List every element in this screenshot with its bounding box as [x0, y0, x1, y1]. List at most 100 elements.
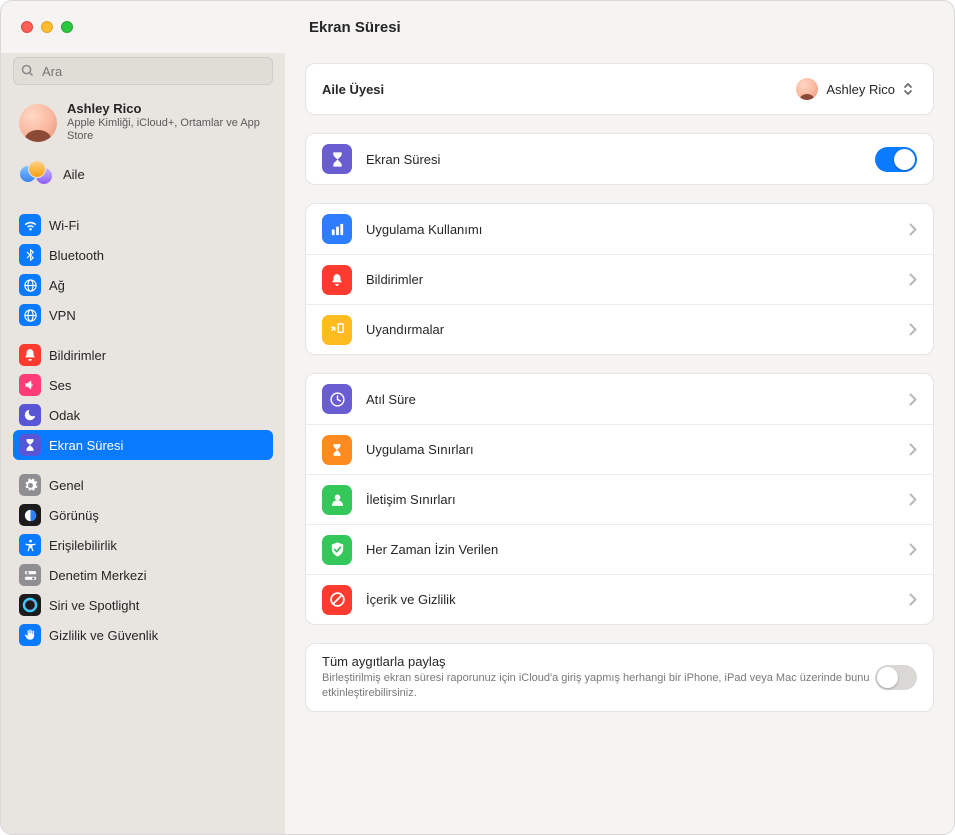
sidebar-item-siri[interactable]: Siri ve Spotlight [13, 590, 273, 620]
row-label: Ekran Süresi [366, 152, 875, 167]
globe-icon [19, 274, 41, 296]
sidebar-item-focus[interactable]: Odak [13, 400, 273, 430]
bell-icon [19, 344, 41, 366]
row-commlimits[interactable]: İletişim Sınırları [306, 474, 933, 524]
gear-icon [19, 474, 41, 496]
window-body: Ashley Rico Apple Kimliği, iCloud+, Orta… [1, 53, 954, 834]
sidebar-item-screentime[interactable]: Ekran Süresi [13, 430, 273, 460]
speaker-icon [19, 374, 41, 396]
sidebar-item-appearance[interactable]: Görünüş [13, 500, 273, 530]
sidebar-item-label: Ekran Süresi [49, 438, 123, 453]
row-content[interactable]: İçerik ve Gizlilik [306, 574, 933, 624]
family-icon [19, 160, 53, 188]
share-title: Tüm aygıtlarla paylaş [322, 654, 875, 669]
row-family-member[interactable]: Aile Üyesi Ashley Rico [306, 64, 933, 114]
sidebar-item-label: Genel [49, 478, 84, 493]
sidebar-item-label: Ses [49, 378, 71, 393]
search-icon [20, 63, 35, 78]
pickup-icon [322, 315, 352, 345]
main-content: Aile Üyesi Ashley Rico Ekran Süres [285, 53, 954, 834]
check-icon [322, 535, 352, 565]
row-label: Her Zaman İzin Verilen [366, 542, 909, 557]
search-input[interactable] [13, 57, 273, 85]
sidebar-item-label: Bildirimler [49, 348, 106, 363]
sidebar-item-label: Görünüş [49, 508, 99, 523]
bars-icon [322, 214, 352, 244]
sidebar-item-apple-id[interactable]: Ashley Rico Apple Kimliği, iCloud+, Orta… [13, 95, 273, 154]
member-avatar [796, 78, 818, 100]
chevron-right-icon [909, 443, 917, 456]
row-label: Bildirimler [366, 272, 909, 287]
row-share-devices: Tüm aygıtlarla paylaş Birleştirilmiş ekr… [306, 644, 933, 711]
sidebar-item-wifi[interactable]: Wi-Fi [13, 210, 273, 240]
member-name: Ashley Rico [826, 82, 895, 97]
switches-icon [19, 564, 41, 586]
titlebar: Ekran Süresi [1, 1, 954, 53]
nosign-icon [322, 585, 352, 615]
hourglass-icon [322, 144, 352, 174]
settings-window: Ekran Süresi Ashley Rico Apple Kimliği, … [0, 0, 955, 835]
chevron-right-icon [909, 223, 917, 236]
sidebar-item-label: Aile [63, 167, 85, 182]
chevron-right-icon [909, 593, 917, 606]
sidebar-item-controlcenter[interactable]: Denetim Merkezi [13, 560, 273, 590]
share-subtitle: Birleştirilmiş ekran süresi raporunuz iç… [322, 669, 875, 701]
row-label: İçerik ve Gizlilik [366, 592, 909, 607]
screentime-toggle[interactable] [875, 147, 917, 172]
sidebar-item-label: Odak [49, 408, 80, 423]
appearance-icon [19, 504, 41, 526]
zoom-window-button[interactable] [61, 21, 73, 33]
sidebar-item-vpn[interactable]: VPN [13, 300, 273, 330]
row-label: Uygulama Kullanımı [366, 222, 909, 237]
family-member-select[interactable]: Ashley Rico [796, 78, 917, 100]
sidebar-item-label: Siri ve Spotlight [49, 598, 139, 613]
up-down-icon [903, 81, 917, 97]
wifi-icon [19, 214, 41, 236]
minimize-window-button[interactable] [41, 21, 53, 33]
search-field-wrap [13, 57, 273, 85]
chevron-right-icon [909, 273, 917, 286]
chevron-right-icon [909, 393, 917, 406]
row-notif[interactable]: Bildirimler [306, 254, 933, 304]
close-window-button[interactable] [21, 21, 33, 33]
sidebar-item-label: Wi-Fi [49, 218, 79, 233]
hourglass-icon [322, 435, 352, 465]
sidebar-item-family[interactable]: Aile [13, 154, 273, 200]
group-screentime-toggle: Ekran Süresi [305, 133, 934, 185]
window-controls [1, 21, 285, 33]
group-limits: Atıl Süre Uygulama Sınırları İletişim Sı… [305, 373, 934, 625]
moon-icon [19, 404, 41, 426]
row-allowed[interactable]: Her Zaman İzin Verilen [306, 524, 933, 574]
row-screentime-toggle: Ekran Süresi [306, 134, 933, 184]
row-label: Uygulama Sınırları [366, 442, 909, 457]
sidebar-item-network[interactable]: Ağ [13, 270, 273, 300]
row-pickups[interactable]: Uyandırmalar [306, 304, 933, 354]
chevron-right-icon [909, 323, 917, 336]
sidebar-item-bluetooth[interactable]: Bluetooth [13, 240, 273, 270]
sidebar-item-privacy[interactable]: Gizlilik ve Güvenlik [13, 620, 273, 650]
sidebar-item-sound[interactable]: Ses [13, 370, 273, 400]
sidebar-item-general[interactable]: Genel [13, 470, 273, 500]
row-downtime[interactable]: Atıl Süre [306, 374, 933, 424]
row-appusage[interactable]: Uygulama Kullanımı [306, 204, 933, 254]
bluetooth-icon [19, 244, 41, 266]
share-devices-toggle[interactable] [875, 665, 917, 690]
row-label: İletişim Sınırları [366, 492, 909, 507]
row-label: Atıl Süre [366, 392, 909, 407]
contact-icon [322, 485, 352, 515]
user-avatar [19, 104, 57, 142]
group-usage: Uygulama Kullanımı Bildirimler Uyandırma… [305, 203, 934, 355]
page-title: Ekran Süresi [285, 19, 401, 36]
sidebar-item-label: VPN [49, 308, 76, 323]
vpn-icon [19, 304, 41, 326]
sidebar-item-label: Denetim Merkezi [49, 568, 147, 583]
row-label: Aile Üyesi [322, 82, 796, 97]
profile-name: Ashley Rico [67, 101, 267, 117]
sidebar-item-label: Gizlilik ve Güvenlik [49, 628, 158, 643]
sidebar-item-notifications[interactable]: Bildirimler [13, 340, 273, 370]
hand-icon [19, 624, 41, 646]
sidebar-item-accessibility[interactable]: Erişilebilirlik [13, 530, 273, 560]
row-applimits[interactable]: Uygulama Sınırları [306, 424, 933, 474]
clock-icon [322, 384, 352, 414]
siri-icon [19, 594, 41, 616]
